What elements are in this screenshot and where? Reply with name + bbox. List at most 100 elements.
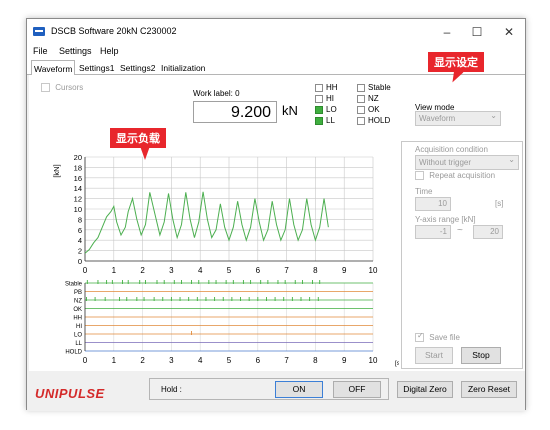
- tab-settings2[interactable]: Settings2: [118, 62, 157, 75]
- flag-indicator: [315, 83, 323, 92]
- y-tick-label: 18: [74, 163, 82, 172]
- x-tick-label: 9: [342, 356, 347, 365]
- flag-indicator: [315, 105, 323, 114]
- x-tick-label: 2: [140, 356, 145, 365]
- x-tick-label: 2: [140, 266, 145, 275]
- app-icon: [33, 27, 45, 36]
- x-tick-label: 7: [284, 356, 289, 365]
- unipulse-logo: UNIPULSE: [35, 386, 105, 401]
- save-file-label: Save file: [429, 333, 460, 342]
- status-label: HOLD: [65, 350, 82, 356]
- close-button[interactable]: ✕: [497, 23, 521, 41]
- repeat-acquisition-label: Repeat acquisition: [429, 171, 496, 180]
- save-file-box[interactable]: ✓: [415, 331, 424, 343]
- title-bar: DSCB Software 20kN C230002 – ☐ ✕: [27, 19, 525, 45]
- tab-initialization[interactable]: Initialization: [159, 62, 207, 75]
- x-tick-label: 3: [169, 356, 174, 365]
- time-label: Time: [415, 187, 433, 196]
- window-title: DSCB Software 20kN C230002: [51, 26, 177, 36]
- x-tick-label: 9: [342, 266, 347, 275]
- flag-ok: OK: [357, 105, 380, 114]
- status-label: Stable: [65, 282, 83, 288]
- flag-indicator: [315, 94, 323, 103]
- x-tick-label: 1: [112, 266, 117, 275]
- load-series-line: [84, 191, 329, 254]
- y-tick-label: 16: [74, 174, 82, 183]
- x-tick-label: 4: [198, 266, 203, 275]
- flag-indicator: [357, 116, 365, 125]
- menu-settings[interactable]: Settings: [59, 46, 92, 56]
- flag-label: LL: [326, 116, 335, 125]
- yaxis-min-input[interactable]: -1: [415, 225, 451, 239]
- repeat-acquisition-box[interactable]: [415, 171, 424, 181]
- start-button[interactable]: Start: [415, 347, 453, 364]
- y-tick-label: 2: [78, 247, 82, 256]
- x-tick-label: 8: [313, 356, 318, 365]
- hold-label: Hold :: [161, 385, 182, 394]
- display-load-callout: 显示负载: [110, 128, 166, 148]
- digital-zero-button[interactable]: Digital Zero: [397, 381, 453, 398]
- y-tick-label: 8: [78, 215, 82, 224]
- flag-label: Stable: [368, 83, 391, 92]
- load-chart: 024681012141618200 1 2 3 4 5 6 7 8 9 10[kN]: [52, 153, 378, 275]
- save-file-checkbox[interactable]: ✓ Save file: [415, 331, 460, 343]
- waveform-panel: Cursors Work label: 0 9.200 kN HH HI LO LL …: [29, 75, 525, 371]
- tab-settings1[interactable]: Settings1: [77, 62, 116, 75]
- cursors-label: Cursors: [55, 83, 84, 92]
- yaxis-range-separator: ~: [457, 225, 463, 236]
- hold-on-button[interactable]: ON: [275, 381, 323, 398]
- minimize-button[interactable]: –: [435, 23, 459, 41]
- flag-indicator: [357, 83, 365, 92]
- x-tick-label: 6: [256, 266, 261, 275]
- menu-help[interactable]: Help: [100, 46, 119, 56]
- yaxis-max-input[interactable]: 20: [473, 225, 503, 239]
- status-label: HI: [76, 324, 82, 330]
- flag-label: HOLD: [368, 116, 391, 125]
- x-tick-label: 4: [198, 356, 203, 365]
- x-tick-label: 5: [227, 266, 232, 275]
- x-tick-label: 10: [369, 356, 378, 365]
- cursors-checkbox[interactable]: Cursors: [41, 83, 84, 93]
- flag-indicator: [357, 105, 365, 114]
- status-label: OK: [73, 307, 82, 313]
- y-tick-label: 12: [74, 195, 82, 204]
- flag-hold: HOLD: [357, 116, 390, 125]
- y-axis-label: [kN]: [52, 164, 61, 177]
- x-tick-label: 6: [256, 356, 261, 365]
- y-tick-label: 20: [74, 153, 82, 162]
- flag-label: HH: [326, 83, 338, 92]
- view-mode-select[interactable]: Waveform: [415, 111, 501, 126]
- repeat-acquisition-checkbox[interactable]: Repeat acquisition: [415, 171, 496, 181]
- acquisition-condition-select[interactable]: Without trigger: [415, 155, 519, 170]
- zero-reset-button[interactable]: Zero Reset: [461, 381, 517, 398]
- flag-indicator: [357, 94, 365, 103]
- stop-button[interactable]: Stop: [461, 347, 501, 364]
- flag-label: LO: [326, 105, 337, 114]
- status-chart: 0 1 2 3 4 5 6 7 8 9 10 Stable PB NZ OK HH HI LO LL HOLD [s]: [65, 280, 399, 367]
- flag-lo: LO: [315, 105, 337, 114]
- tab-waveform[interactable]: Waveform: [31, 60, 76, 76]
- flag-ll: LL: [315, 116, 335, 125]
- y-tick-label: 6: [78, 226, 82, 235]
- y-tick-label: 4: [78, 236, 82, 245]
- y-tick-label: 10: [74, 205, 82, 214]
- footer-bar: UNIPULSE Hold : ON OFF Digital Zero Zero…: [27, 371, 525, 411]
- flag-hh: HH: [315, 83, 338, 92]
- time-unit: [s]: [495, 199, 504, 208]
- flag-hi: HI: [315, 94, 334, 103]
- x-tick-label: 10: [369, 266, 378, 275]
- status-label: PB: [74, 290, 82, 296]
- x-tick-label: 3: [169, 266, 174, 275]
- menu-file[interactable]: File: [33, 46, 48, 56]
- maximize-button[interactable]: ☐: [465, 23, 489, 41]
- x-tick-label: 0: [83, 356, 88, 365]
- work-label: Work label: 0: [193, 89, 240, 98]
- display-load-arrow-icon: [140, 146, 150, 160]
- load-value-display: 9.200: [193, 101, 277, 123]
- time-input[interactable]: 10: [415, 197, 451, 211]
- y-tick-label: 0: [78, 257, 82, 266]
- cursors-checkbox-box[interactable]: [41, 83, 50, 93]
- flag-stable: Stable: [357, 83, 391, 92]
- hold-off-button[interactable]: OFF: [333, 381, 381, 398]
- status-label: LO: [74, 333, 82, 339]
